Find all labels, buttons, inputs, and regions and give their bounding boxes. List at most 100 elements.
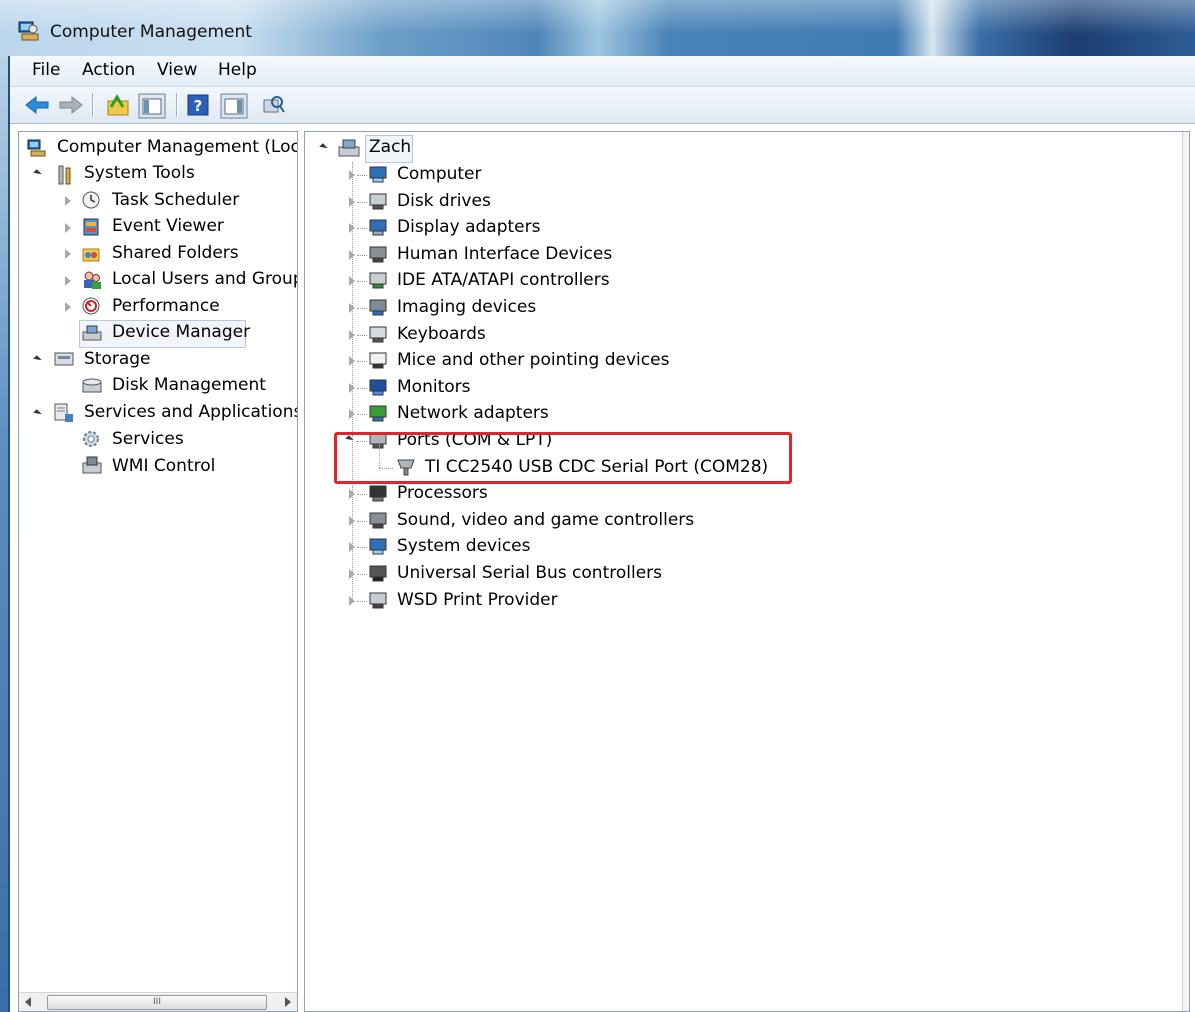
show-action-pane-icon[interactable] — [220, 93, 248, 119]
device-category-label: IDE ATA/ATAPI controllers — [397, 270, 610, 291]
tree-guide-line — [357, 281, 367, 283]
device-manager-icon — [82, 325, 102, 341]
camera-icon — [369, 299, 387, 316]
tree-item-services-applications[interactable]: Services and Applications — [84, 402, 297, 422]
tree-item-task-scheduler[interactable]: Task Scheduler — [112, 190, 239, 210]
device-category-label: Computer — [397, 164, 482, 184]
collapse-arrow-icon[interactable] — [349, 329, 355, 340]
collapse-arrow-icon[interactable] — [349, 196, 355, 207]
disk-icon — [82, 378, 102, 393]
tree-item-device-manager[interactable]: Device Manager — [112, 322, 250, 342]
device-category-row[interactable]: Disk drives — [345, 190, 765, 214]
device-category-label: Keyboards — [397, 323, 486, 344]
device-category-row[interactable]: IDE ATA/ATAPI controllers — [345, 269, 765, 293]
scroll-left-arrow-icon[interactable] — [25, 997, 31, 1007]
expand-arrow-icon[interactable] — [319, 143, 328, 152]
collapse-arrow-icon[interactable] — [349, 170, 355, 180]
collapse-arrow-icon[interactable] — [349, 249, 355, 260]
monitor-icon — [369, 379, 387, 396]
event-viewer-icon — [83, 218, 99, 236]
tree-guide-line — [357, 520, 367, 522]
vertical-scrollbar[interactable] — [1182, 132, 1189, 1011]
expand-arrow-icon[interactable] — [33, 409, 42, 418]
collapse-arrow-icon[interactable] — [349, 303, 355, 313]
menu-file[interactable]: File — [32, 60, 60, 80]
device-category-label: Processors — [397, 483, 488, 504]
collapse-arrow-icon[interactable] — [349, 542, 355, 553]
collapse-arrow-icon[interactable] — [65, 223, 71, 233]
device-category-label: Mice and other pointing devices — [397, 350, 670, 371]
title-bar[interactable]: Computer Management — [0, 0, 1195, 56]
device-category-row[interactable]: Imaging devices — [345, 296, 765, 320]
computer-icon — [338, 139, 360, 157]
tree-item-performance[interactable]: Performance — [112, 296, 220, 316]
tree-item-wmi-control[interactable]: WMI Control — [112, 456, 215, 476]
collapse-arrow-icon[interactable] — [349, 276, 355, 287]
device-category-row[interactable]: Keyboards — [345, 323, 765, 347]
collapse-arrow-icon[interactable] — [65, 302, 71, 312]
usb-icon — [369, 565, 387, 582]
device-category-row[interactable]: Human Interface Devices — [345, 243, 765, 267]
device-category-label: Universal Serial Bus controllers — [397, 563, 663, 583]
help-icon[interactable]: ? — [186, 93, 210, 117]
tree-item-computer-management[interactable]: Computer Management (Local — [57, 137, 297, 157]
tree-item-storage[interactable]: Storage — [84, 349, 151, 369]
device-category-row[interactable]: Processors — [345, 482, 765, 506]
navigation-tree-pane[interactable]: Computer Management (Local System Tools … — [18, 131, 298, 1012]
highlight-annotation — [334, 432, 792, 484]
device-category-row[interactable]: Computer — [345, 163, 765, 187]
tree-guide-line — [357, 494, 367, 496]
users-icon — [84, 271, 101, 289]
show-hide-tree-icon[interactable] — [138, 93, 166, 119]
device-category-row[interactable]: System devices — [345, 535, 765, 559]
horizontal-scrollbar[interactable]: III — [19, 992, 297, 1011]
collapse-arrow-icon[interactable] — [349, 515, 355, 526]
tree-item-disk-management[interactable]: Disk Management — [112, 375, 266, 395]
collapse-arrow-icon[interactable] — [349, 356, 355, 367]
collapse-arrow-icon[interactable] — [65, 196, 71, 206]
device-category-label: System devices — [397, 536, 531, 557]
device-category-row[interactable]: WSD Print Provider — [345, 589, 765, 613]
menu-view[interactable]: View — [157, 60, 197, 80]
computer-icon — [369, 166, 387, 183]
device-category-row[interactable]: Monitors — [345, 376, 765, 400]
device-category-row[interactable]: Sound, video and game controllers — [345, 509, 765, 533]
back-arrow-icon[interactable] — [24, 95, 50, 115]
up-folder-icon[interactable] — [105, 93, 131, 117]
tree-guide-line — [357, 414, 367, 416]
collapse-arrow-icon[interactable] — [349, 223, 355, 234]
collapse-arrow-icon[interactable] — [349, 569, 355, 579]
forward-arrow-icon[interactable] — [58, 95, 84, 115]
tree-item-system-tools[interactable]: System Tools — [84, 163, 195, 183]
device-category-row[interactable]: Universal Serial Bus controllers — [345, 562, 765, 586]
device-root[interactable]: Zach — [369, 137, 411, 157]
tree-item-local-users-groups[interactable]: Local Users and Groups — [112, 269, 297, 289]
expand-arrow-icon[interactable] — [33, 169, 42, 178]
collapse-arrow-icon[interactable] — [65, 249, 71, 259]
collapse-arrow-icon[interactable] — [65, 276, 71, 286]
menu-help[interactable]: Help — [218, 60, 257, 80]
scroll-right-arrow-icon[interactable] — [285, 997, 291, 1007]
device-category-row[interactable]: Network adapters — [345, 402, 765, 426]
device-category-row[interactable]: Mice and other pointing devices — [345, 349, 765, 373]
scrollbar-thumb[interactable]: III — [47, 995, 267, 1010]
toolbar: ? — [10, 87, 1195, 124]
tree-item-services[interactable]: Services — [112, 429, 184, 449]
device-category-label: WSD Print Provider — [397, 589, 558, 610]
device-category-label: Sound, video and game controllers — [397, 509, 695, 530]
network-icon — [369, 405, 387, 422]
collapse-arrow-icon[interactable] — [349, 595, 355, 606]
expand-arrow-icon[interactable] — [33, 355, 42, 364]
tree-item-shared-folders[interactable]: Shared Folders — [112, 243, 239, 263]
collapse-arrow-icon[interactable] — [349, 489, 355, 500]
properties-icon[interactable] — [262, 94, 286, 116]
svg-text:?: ? — [194, 97, 203, 115]
menu-action[interactable]: Action — [82, 60, 135, 80]
tree-guide-line — [357, 334, 367, 336]
device-category-label: Network adapters — [397, 403, 549, 424]
device-category-row[interactable]: Display adapters — [345, 216, 765, 240]
collapse-arrow-icon[interactable] — [349, 382, 355, 393]
collapse-arrow-icon[interactable] — [349, 409, 355, 420]
gear-icon — [83, 431, 99, 447]
tree-item-event-viewer[interactable]: Event Viewer — [112, 216, 224, 236]
